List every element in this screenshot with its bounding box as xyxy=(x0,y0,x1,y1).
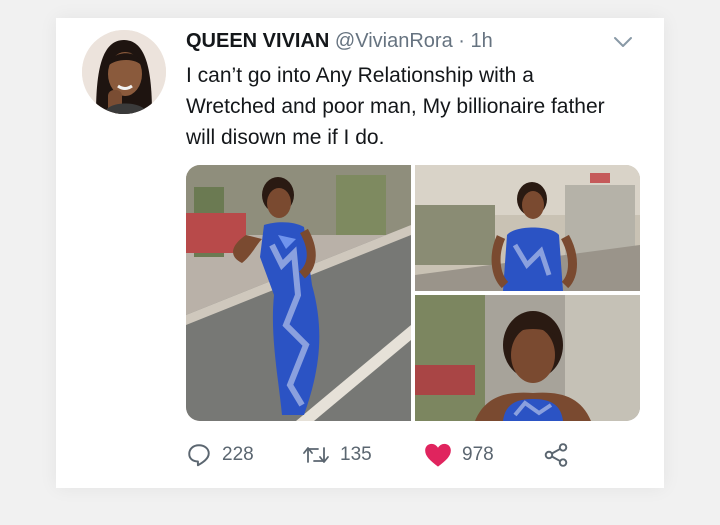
retweet-icon xyxy=(303,447,329,463)
reply-icon xyxy=(188,444,210,467)
tweet-text: I can’t go into Any Relationship with a … xyxy=(186,64,605,149)
like-button[interactable]: 978 xyxy=(424,442,494,468)
chevron-down-icon[interactable] xyxy=(612,34,634,50)
separator-dot: · xyxy=(458,30,465,52)
tweet-actions: 228 135 978 xyxy=(186,442,646,468)
tweet-header: QUEEN VIVIAN @VivianRora · 1h xyxy=(186,30,493,53)
media-grid xyxy=(186,165,640,421)
reply-button[interactable]: 228 xyxy=(186,442,254,468)
retweet-button[interactable]: 135 xyxy=(302,442,372,468)
avatar-image xyxy=(82,30,166,114)
retweet-count: 135 xyxy=(340,444,372,465)
display-name[interactable]: QUEEN VIVIAN xyxy=(186,30,329,52)
heart-icon xyxy=(425,443,451,467)
timestamp[interactable]: 1h xyxy=(470,30,492,52)
avatar[interactable] xyxy=(82,30,166,114)
user-handle[interactable]: @VivianRora xyxy=(335,30,453,52)
photo-portrait[interactable] xyxy=(415,295,640,421)
share-icon xyxy=(544,443,568,467)
share-button[interactable] xyxy=(542,442,580,468)
photo-full-body[interactable] xyxy=(186,165,411,421)
like-count: 978 xyxy=(462,444,494,465)
photo-upper-body[interactable] xyxy=(415,165,640,291)
tweet-card[interactable]: QUEEN VIVIAN @VivianRora · 1h I can’t go… xyxy=(56,18,664,488)
reply-count: 228 xyxy=(222,444,254,465)
